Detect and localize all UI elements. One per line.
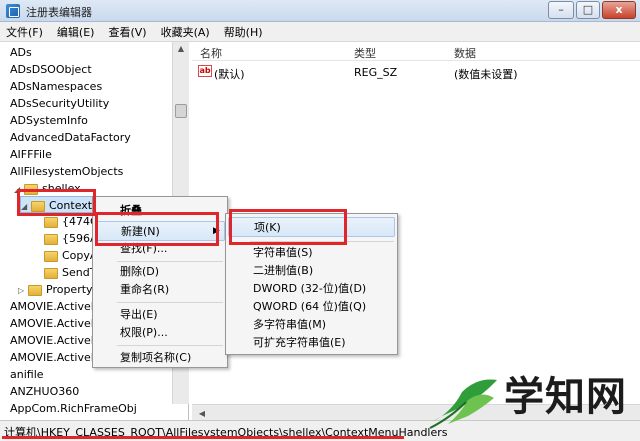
menu-separator (117, 345, 223, 346)
tree-item[interactable]: AppCom.RichFrameObj (10, 400, 137, 417)
tree-item[interactable]: AIFFFile (10, 146, 52, 163)
minimize-button[interactable]: – (548, 1, 574, 19)
tree-item[interactable]: anifile (10, 366, 44, 383)
submenu-item-string-value[interactable]: 字符串值(S) (226, 243, 397, 263)
tree-item[interactable]: AMOVIE.ActiveM (10, 332, 100, 349)
value-data: (数值未设置) (454, 68, 518, 81)
folder-icon (44, 267, 58, 279)
menu-item-copy-key-name[interactable]: 复制项名称(C) (93, 348, 227, 368)
regedit-icon (6, 4, 20, 18)
submenu-item-multi-string-value[interactable]: 多字符串值(M) (226, 315, 397, 335)
tree-item[interactable]: ANZHUO360 (10, 383, 79, 400)
menu-item-permissions[interactable]: 权限(P)... (93, 323, 227, 343)
window-title: 注册表编辑器 (26, 6, 92, 19)
tree-item[interactable]: CopyA (44, 247, 97, 264)
submenu-item-dword-value[interactable]: DWORD (32-位)值(D) (226, 279, 397, 299)
scroll-up-icon[interactable]: ▲ (175, 44, 187, 54)
column-data[interactable]: 数据 (454, 45, 476, 61)
tree-item[interactable]: ADsSecurityUtility (10, 95, 109, 112)
highlight-box-key (17, 189, 96, 216)
tree-item[interactable]: AdvancedDataFactory (10, 129, 131, 146)
highlight-box-new (95, 212, 219, 246)
tree-item[interactable]: ADSystemInfo (10, 112, 88, 129)
tree-item[interactable]: AllFilesystemObjects (10, 163, 123, 180)
menu-item-export[interactable]: 导出(E) (93, 305, 227, 325)
value-row[interactable]: ab (默认) REG_SZ (数值未设置) (192, 64, 640, 81)
tree-item[interactable]: ▷ PropertyS (18, 281, 100, 298)
tree-item[interactable]: AMOVIE.ActiveM (10, 315, 100, 332)
tree-item[interactable]: ADsDSOObject (10, 61, 92, 78)
tree-item[interactable]: ADs (10, 44, 32, 61)
menu-help[interactable]: 帮助(H) (224, 24, 263, 40)
tree-item[interactable]: AMOVIE.ActiveM (10, 298, 100, 315)
menu-file[interactable]: 文件(F) (6, 24, 43, 40)
value-type: REG_SZ (354, 66, 398, 79)
highlight-underline (2, 436, 404, 439)
submenu-item-expandable-string-value[interactable]: 可扩充字符串值(E) (226, 333, 397, 353)
menu-bar: 文件(F) 编辑(E) 查看(V) 收藏夹(A) 帮助(H) (0, 22, 640, 42)
highlight-box-item (229, 209, 347, 245)
folder-icon (44, 216, 58, 228)
folder-icon (44, 250, 58, 262)
folder-icon (44, 233, 58, 245)
column-header: 名称 类型 数据 (192, 42, 640, 61)
close-button[interactable]: x (602, 1, 636, 19)
submenu-item-binary-value[interactable]: 二进制值(B) (226, 261, 397, 281)
submenu-item-qword-value[interactable]: QWORD (64 位)值(Q) (226, 297, 397, 317)
watermark-text: 学知网 (504, 374, 627, 420)
menu-favorites[interactable]: 收藏夹(A) (161, 24, 210, 40)
expand-icon[interactable]: ▷ (18, 282, 26, 299)
menu-item-rename[interactable]: 重命名(R) (93, 280, 227, 300)
leaf-logo-icon (429, 379, 497, 429)
folder-icon (28, 284, 42, 296)
menu-item-delete[interactable]: 删除(D) (93, 262, 227, 282)
scroll-thumb[interactable] (175, 104, 187, 118)
maximize-button[interactable]: □ (576, 1, 600, 19)
scroll-left-icon[interactable]: ◀ (196, 409, 208, 419)
menu-separator (117, 302, 223, 303)
tree-item[interactable]: AMOVIE.ActiveM (10, 349, 100, 366)
column-name[interactable]: 名称 (200, 45, 222, 61)
title-bar: 注册表编辑器 – □ x (0, 0, 640, 22)
column-type[interactable]: 类型 (354, 45, 376, 61)
value-name: (默认) (214, 68, 245, 81)
tree-item[interactable]: ADsNamespaces (10, 78, 102, 95)
menu-edit[interactable]: 编辑(E) (57, 24, 95, 40)
string-value-icon: ab (198, 65, 212, 77)
menu-view[interactable]: 查看(V) (108, 24, 146, 40)
